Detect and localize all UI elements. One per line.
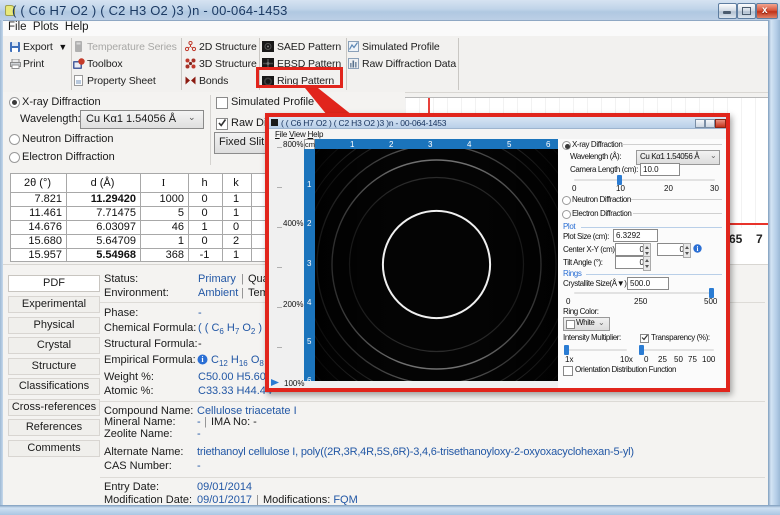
svg-text:i: i	[697, 245, 699, 253]
